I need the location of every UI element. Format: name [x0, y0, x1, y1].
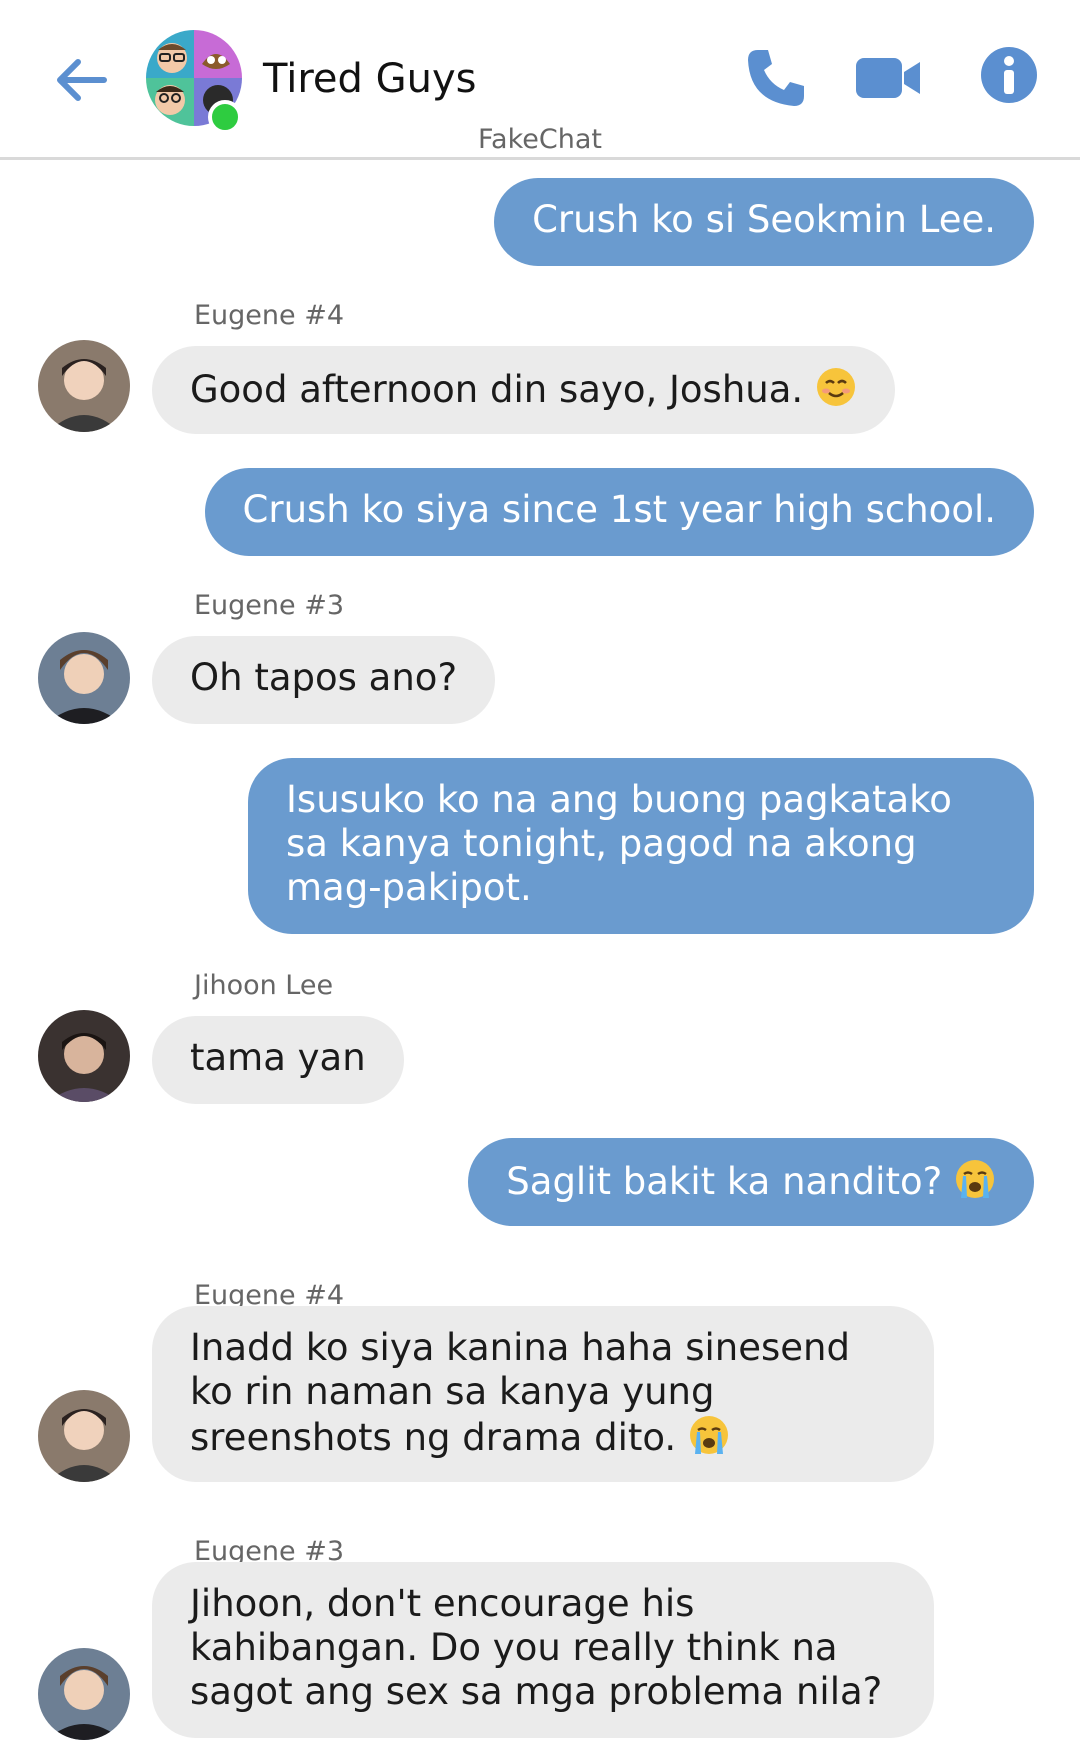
chat-header: Tired Guys FakeChat [0, 0, 1080, 160]
chat-title: Tired Guys [263, 56, 477, 102]
message-text: Inadd ko siya kanina haha sinesend ko ri… [190, 1326, 850, 1459]
message-text: Jihoon, don't encourage his kahibangan. … [190, 1582, 883, 1713]
message-text: Saglit bakit ka nandito? [506, 1160, 943, 1203]
message-text: Good afternoon din sayo, Joshua. [190, 368, 804, 411]
avatar-eugene-4[interactable] [38, 1390, 130, 1482]
message-bubble-outgoing: Crush ko si Seokmin Lee. [494, 178, 1034, 266]
message-text: Oh tapos ano? [190, 656, 458, 699]
crying-emoji-icon [688, 1414, 730, 1466]
avatar-eugene-3[interactable] [38, 632, 130, 724]
message-bubble-incoming: tama yan [152, 1016, 404, 1104]
message-bubble-outgoing: Isusuko ko na ang buong pagkatako sa kan… [248, 758, 1034, 934]
message-bubble-outgoing: Saglit bakit ka nandito? [468, 1138, 1034, 1226]
avatar-eugene-4[interactable] [38, 340, 130, 432]
message-text: Crush ko si Seokmin Lee. [532, 198, 996, 241]
message-text: tama yan [190, 1036, 366, 1079]
message-text: Isusuko ko na ang buong pagkatako sa kan… [286, 778, 952, 909]
message-text: Crush ko siya since 1st year high school… [242, 488, 996, 531]
watermark-label: FakeChat [478, 124, 602, 155]
message-bubble-incoming: Oh tapos ano? [152, 636, 496, 724]
avatar-eugene-3[interactable] [38, 1648, 130, 1740]
message-bubble-outgoing: Crush ko siya since 1st year high school… [204, 468, 1034, 556]
arrow-left-icon[interactable] [52, 50, 112, 110]
video-camera-icon[interactable] [854, 46, 924, 110]
smiling-blush-emoji-icon [815, 366, 857, 418]
message-bubble-incoming: Good afternoon din sayo, Joshua. [152, 346, 895, 434]
crying-emoji-icon [954, 1158, 996, 1210]
message-bubble-incoming: Inadd ko siya kanina haha sinesend ko ri… [152, 1306, 934, 1482]
info-icon[interactable] [980, 46, 1038, 104]
message-bubble-incoming: Jihoon, don't encourage his kahibangan. … [152, 1562, 934, 1738]
avatar-jihoon-lee[interactable] [38, 1010, 130, 1102]
sender-name: Eugene #3 [194, 590, 345, 621]
sender-name: Eugene #4 [194, 300, 345, 331]
phone-icon[interactable] [744, 46, 808, 110]
sender-name: Jihoon Lee [194, 970, 334, 1001]
